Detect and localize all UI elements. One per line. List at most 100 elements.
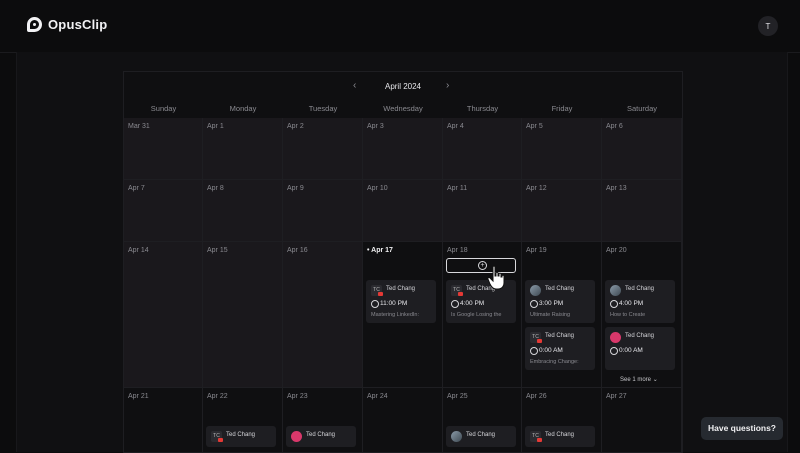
- weekday-header: Sunday Monday Tuesday Wednesday Thursday…: [124, 100, 682, 119]
- day-cell: Apr 3: [363, 118, 443, 180]
- weekday-saturday: Saturday: [626, 104, 658, 113]
- date-label: Apr 14: [128, 247, 149, 254]
- avatar: [451, 431, 462, 442]
- youtube-icon: [537, 339, 542, 343]
- calendar-nav: ‹ April 2024 ›: [124, 72, 682, 100]
- date-label: Apr 27: [606, 393, 627, 400]
- clock-icon: [610, 347, 618, 355]
- date-label: Apr 23: [287, 393, 308, 400]
- day-cell-today[interactable]: • Apr 17 TC Ted Chang 11:00 PM Mastering…: [363, 242, 443, 388]
- post-time: 11:00 PM: [380, 300, 408, 307]
- post-author: Ted Chang: [545, 286, 575, 292]
- clock-icon: [610, 300, 618, 308]
- opusclip-logo-icon: [27, 17, 42, 32]
- post-title: Mastering LinkedIn:: [371, 312, 419, 318]
- post-author: Ted Chang: [386, 286, 416, 292]
- day-cell: Apr 9: [283, 180, 363, 242]
- chevron-right-icon[interactable]: ›: [446, 80, 449, 91]
- day-cell: Apr 8: [203, 180, 283, 242]
- weekday-tuesday: Tuesday: [308, 104, 338, 113]
- date-label: Mar 31: [128, 123, 150, 130]
- day-cell[interactable]: Apr 21: [124, 388, 203, 453]
- have-questions-button[interactable]: Have questions?: [701, 417, 783, 440]
- day-cell[interactable]: Apr 18 + TC Ted Chang 4:00 PM Is Google …: [443, 242, 522, 388]
- post-time: 0:00 AM: [539, 347, 563, 354]
- day-cell[interactable]: Apr 22 TC Ted Chang: [203, 388, 283, 453]
- day-cell: Apr 12: [522, 180, 602, 242]
- day-cell: Apr 4: [443, 118, 522, 180]
- date-label-today: • Apr 17: [367, 247, 393, 254]
- avatar: [610, 285, 621, 296]
- date-label: Apr 5: [526, 123, 543, 130]
- day-cell: Apr 5: [522, 118, 602, 180]
- post-title: How to Create: [610, 312, 646, 318]
- scheduled-post[interactable]: TC Ted Chang 0:00 AM Embracing Change:: [525, 327, 595, 370]
- see-more-link[interactable]: See 1 more ⌄: [620, 376, 658, 383]
- date-label: Apr 25: [447, 393, 468, 400]
- post-author: Ted Chang: [466, 286, 496, 292]
- scheduled-post[interactable]: TC Ted Chang: [525, 426, 595, 447]
- date-label: Apr 9: [287, 185, 304, 192]
- day-cell: Apr 10: [363, 180, 443, 242]
- day-cell: Apr 13: [602, 180, 682, 242]
- post-time: 3:00 PM: [539, 300, 564, 307]
- post-time: 4:00 PM: [460, 300, 485, 307]
- scheduled-post[interactable]: Ted Chang 3:00 PM Ultimate Raising: [525, 280, 595, 323]
- logo[interactable]: OpusClip: [27, 17, 107, 32]
- post-author: Ted Chang: [545, 333, 575, 339]
- clock-icon: [371, 300, 379, 308]
- avatar: [530, 285, 541, 296]
- clock-icon: [451, 300, 459, 308]
- date-label: Apr 18: [447, 247, 468, 254]
- post-title: Ultimate Raising: [530, 312, 571, 318]
- scheduled-post[interactable]: Ted Chang 0:00 AM: [605, 327, 675, 370]
- youtube-icon: [218, 438, 223, 442]
- day-cell[interactable]: Apr 20 Ted Chang 4:00 PM How to Create T…: [602, 242, 682, 388]
- scheduled-post[interactable]: Ted Chang 4:00 PM How to Create: [605, 280, 675, 323]
- month-title: April 2024: [384, 82, 422, 91]
- date-label: Apr 10: [367, 185, 388, 192]
- post-time: 0:00 AM: [619, 347, 643, 354]
- date-label: Apr 1: [207, 123, 224, 130]
- date-label: Apr 11: [447, 185, 468, 192]
- add-post-button[interactable]: +: [446, 258, 516, 273]
- date-label: Apr 7: [128, 185, 145, 192]
- clock-icon: [530, 300, 538, 308]
- day-cell: Apr 2: [283, 118, 363, 180]
- post-title: Is Google Losing the: [451, 312, 502, 318]
- date-label: Apr 19: [526, 247, 547, 254]
- date-label: Apr 26: [526, 393, 547, 400]
- user-avatar[interactable]: T: [758, 16, 778, 36]
- date-label: Apr 3: [367, 123, 384, 130]
- date-label: Apr 24: [367, 393, 388, 400]
- post-author: Ted Chang: [625, 286, 655, 292]
- day-cell: Apr 7: [124, 180, 203, 242]
- date-label: Apr 4: [447, 123, 464, 130]
- date-label: Apr 13: [606, 185, 627, 192]
- day-cell: Apr 1: [203, 118, 283, 180]
- day-cell[interactable]: Apr 24: [363, 388, 443, 453]
- scheduled-post[interactable]: Ted Chang: [446, 426, 516, 447]
- date-label: Apr 12: [526, 185, 547, 192]
- date-label: Apr 16: [287, 247, 308, 254]
- date-label: Apr 2: [287, 123, 304, 130]
- scheduled-post[interactable]: Ted Chang: [286, 426, 356, 447]
- date-label: Apr 6: [606, 123, 623, 130]
- weekday-monday: Monday: [229, 104, 257, 113]
- scheduled-post[interactable]: TC Ted Chang: [206, 426, 276, 447]
- scheduled-post[interactable]: TC Ted Chang 11:00 PM Mastering LinkedIn…: [366, 280, 436, 323]
- weekday-wednesday: Wednesday: [383, 104, 423, 113]
- day-cell[interactable]: Apr 23 Ted Chang: [283, 388, 363, 453]
- day-cell[interactable]: Apr 26 TC Ted Chang: [522, 388, 602, 453]
- day-cell[interactable]: Apr 25 Ted Chang: [443, 388, 522, 453]
- clock-icon: [530, 347, 538, 355]
- day-cell: Apr 11: [443, 180, 522, 242]
- day-cell[interactable]: Apr 27: [602, 388, 682, 453]
- post-title: Embracing Change:: [530, 359, 579, 365]
- post-author: Ted Chang: [306, 432, 336, 438]
- day-cell[interactable]: Apr 19 Ted Chang 3:00 PM Ultimate Raisin…: [522, 242, 602, 388]
- scheduled-post[interactable]: TC Ted Chang 4:00 PM Is Google Losing th…: [446, 280, 516, 323]
- youtube-icon: [537, 438, 542, 442]
- date-label: Apr 15: [207, 247, 228, 254]
- date-label: Apr 21: [128, 393, 149, 400]
